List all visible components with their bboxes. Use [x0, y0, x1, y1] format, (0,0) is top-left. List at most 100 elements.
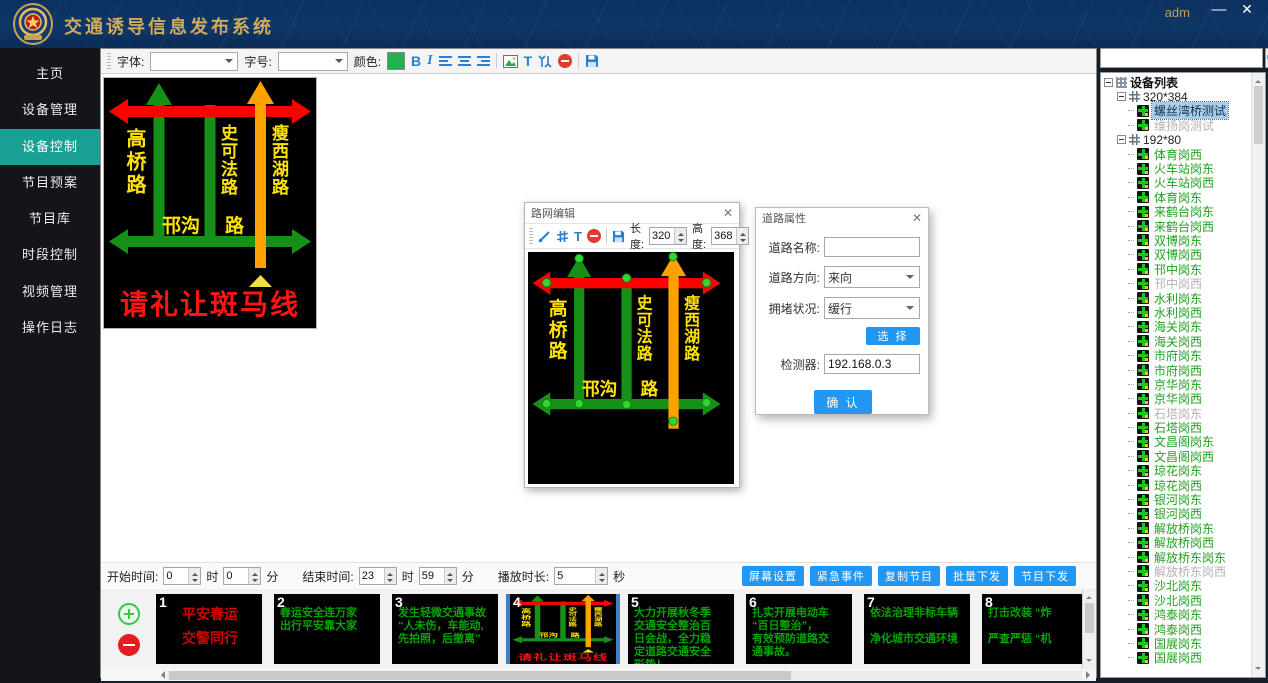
- save-icon[interactable]: [585, 54, 599, 68]
- logged-in-user[interactable]: adm: [1165, 5, 1190, 20]
- align-left-icon[interactable]: [439, 56, 452, 66]
- playlist-item[interactable]: 1 平安春运 交警同行: [156, 594, 262, 664]
- color-swatch[interactable]: [387, 52, 405, 70]
- lanes-icon[interactable]: [556, 230, 569, 243]
- properties-dialog-titlebar[interactable]: 道路属性 ✕: [756, 208, 928, 228]
- confirm-button[interactable]: 确 认: [814, 390, 872, 414]
- sidebar-item[interactable]: 主页: [0, 56, 100, 92]
- stepper-arrows[interactable]: [736, 228, 748, 244]
- color-label: 颜色:: [354, 53, 381, 70]
- draw-line-icon[interactable]: [538, 230, 551, 243]
- height-value[interactable]: 368: [712, 228, 736, 244]
- playlist-item[interactable]: 4: [510, 594, 616, 664]
- scrollbar-thumb[interactable]: [1254, 86, 1263, 144]
- design-canvas[interactable]: 高桥路 史可法路 瘦西湖路 邗沟 路 请礼让斑马线 路网编辑 ✕: [101, 74, 1096, 562]
- sidebar-item[interactable]: 节目库: [0, 201, 100, 237]
- device-item[interactable]: 维扬岗测试: [1104, 118, 1251, 132]
- device-tree-root[interactable]: 设备列表: [1104, 75, 1251, 89]
- stepper-arrows[interactable]: [444, 568, 456, 584]
- text-tool-button[interactable]: T: [524, 53, 533, 69]
- delete-element-icon[interactable]: [558, 54, 572, 68]
- play-duration-stepper[interactable]: 5: [554, 567, 608, 585]
- insert-image-icon[interactable]: [503, 55, 518, 68]
- font-size-dropdown[interactable]: [278, 52, 348, 71]
- stepper-arrows[interactable]: [248, 568, 260, 584]
- font-family-dropdown[interactable]: [150, 52, 238, 71]
- collapse-icon[interactable]: [1117, 92, 1126, 101]
- scroll-left-icon[interactable]: [157, 671, 165, 679]
- collapse-icon[interactable]: [1104, 78, 1113, 87]
- congestion-select[interactable]: 缓行: [824, 297, 920, 319]
- playlist-item[interactable]: 6 扎实开展电动车 “百日整治”， 有效预防道路交 通事故。: [746, 594, 852, 664]
- end-hour-stepper[interactable]: 23: [359, 567, 397, 585]
- action-button[interactable]: 节目下发: [1014, 566, 1076, 586]
- device-item[interactable]: 国展岗西: [1104, 651, 1251, 665]
- playlist-vertical-scrollbar[interactable]: [1082, 589, 1096, 669]
- bold-button[interactable]: B: [411, 53, 421, 69]
- sidebar-item[interactable]: 设备控制: [0, 129, 100, 165]
- start-hour-value[interactable]: 0: [164, 568, 188, 584]
- device-name[interactable]: 国展岗西: [1152, 649, 1204, 666]
- scroll-up-icon[interactable]: [1086, 593, 1092, 599]
- editor-canvas[interactable]: 高桥路 史可法路 瘦西湖路 邗沟 路: [528, 252, 734, 484]
- detector-input[interactable]: 192.168.0.3: [824, 354, 920, 374]
- start-minute-value[interactable]: 0: [224, 568, 248, 584]
- action-button[interactable]: 紧急事件: [810, 566, 872, 586]
- sign-preview[interactable]: 高桥路 史可法路 瘦西湖路 邗沟 路 请礼让斑马线: [103, 77, 317, 329]
- remove-program-button[interactable]: [118, 634, 140, 656]
- sidebar-item[interactable]: 操作日志: [0, 310, 100, 346]
- delete-element-icon[interactable]: [587, 229, 601, 243]
- close-button[interactable]: ✕: [1236, 1, 1258, 18]
- scroll-up-icon[interactable]: [1255, 77, 1261, 83]
- playlist-item[interactable]: 7 依法治理非标车辆 净化城市交通环境: [864, 594, 970, 664]
- text-tool-button[interactable]: T: [574, 229, 582, 244]
- properties-dialog-close-icon[interactable]: ✕: [912, 211, 922, 225]
- length-value[interactable]: 320: [650, 228, 674, 244]
- align-center-icon[interactable]: [458, 56, 471, 66]
- scroll-down-icon[interactable]: [1255, 667, 1261, 673]
- collapse-icon[interactable]: [1117, 135, 1126, 144]
- playlist-item[interactable]: 2 春运安全连万家 出行平安靠大家: [274, 594, 380, 664]
- playlist-item[interactable]: 3 发生轻微交通事故 “人未伤，车能动, 先拍照，后撤离”: [392, 594, 498, 664]
- stepper-arrows[interactable]: [188, 568, 200, 584]
- scrollbar-track[interactable]: [167, 671, 1082, 680]
- playlist-item[interactable]: 8 打击改装 “炸 严查严惩 “机: [982, 594, 1082, 664]
- end-minute-value[interactable]: 59: [420, 568, 444, 584]
- scroll-right-icon[interactable]: [1086, 671, 1094, 679]
- action-button[interactable]: 屏幕设置: [742, 566, 804, 586]
- end-hour-value[interactable]: 23: [360, 568, 384, 584]
- device-tree-scrollbar[interactable]: [1251, 73, 1265, 677]
- align-right-icon[interactable]: [477, 56, 490, 66]
- play-duration-value[interactable]: 5: [555, 568, 595, 584]
- italic-button[interactable]: I: [427, 53, 432, 69]
- length-stepper[interactable]: 320: [649, 227, 687, 245]
- editor-dialog-close-icon[interactable]: ✕: [723, 206, 733, 220]
- sidebar-item[interactable]: 节目预案: [0, 165, 100, 201]
- device-search-input[interactable]: [1100, 48, 1263, 68]
- stepper-arrows[interactable]: [674, 228, 686, 244]
- start-minute-stepper[interactable]: 0: [223, 567, 261, 585]
- sidebar-item[interactable]: 时段控制: [0, 237, 100, 273]
- road-name-input[interactable]: [824, 237, 920, 257]
- sidebar-item[interactable]: 视频管理: [0, 274, 100, 310]
- add-program-button[interactable]: [118, 603, 140, 625]
- scroll-down-icon[interactable]: [1086, 659, 1092, 665]
- sidebar-item[interactable]: 设备管理: [0, 92, 100, 128]
- playlist-item[interactable]: 5 大力开展秋冬季 交通安全整治百 日会战，全力稳 定道路交通安全 形势！: [628, 594, 734, 664]
- device-name[interactable]: 维扬岗测试: [1152, 117, 1216, 134]
- end-minute-stepper[interactable]: 59: [419, 567, 457, 585]
- road-direction-select[interactable]: 来向: [824, 266, 920, 288]
- start-hour-stepper[interactable]: 0: [163, 567, 201, 585]
- playlist-horizontal-scrollbar[interactable]: [101, 669, 1096, 681]
- height-stepper[interactable]: 368: [711, 227, 749, 245]
- select-button[interactable]: 选 择: [866, 327, 920, 345]
- road-network-icon[interactable]: [538, 55, 552, 68]
- action-button[interactable]: 批量下发: [946, 566, 1008, 586]
- save-icon[interactable]: [612, 230, 625, 243]
- scrollbar-thumb[interactable]: [169, 671, 791, 680]
- scrollbar-thumb[interactable]: [1085, 603, 1094, 633]
- stepper-arrows[interactable]: [384, 568, 396, 584]
- minimize-button[interactable]: —: [1208, 1, 1230, 18]
- action-button[interactable]: 复制节目: [878, 566, 940, 586]
- stepper-arrows[interactable]: [595, 568, 607, 584]
